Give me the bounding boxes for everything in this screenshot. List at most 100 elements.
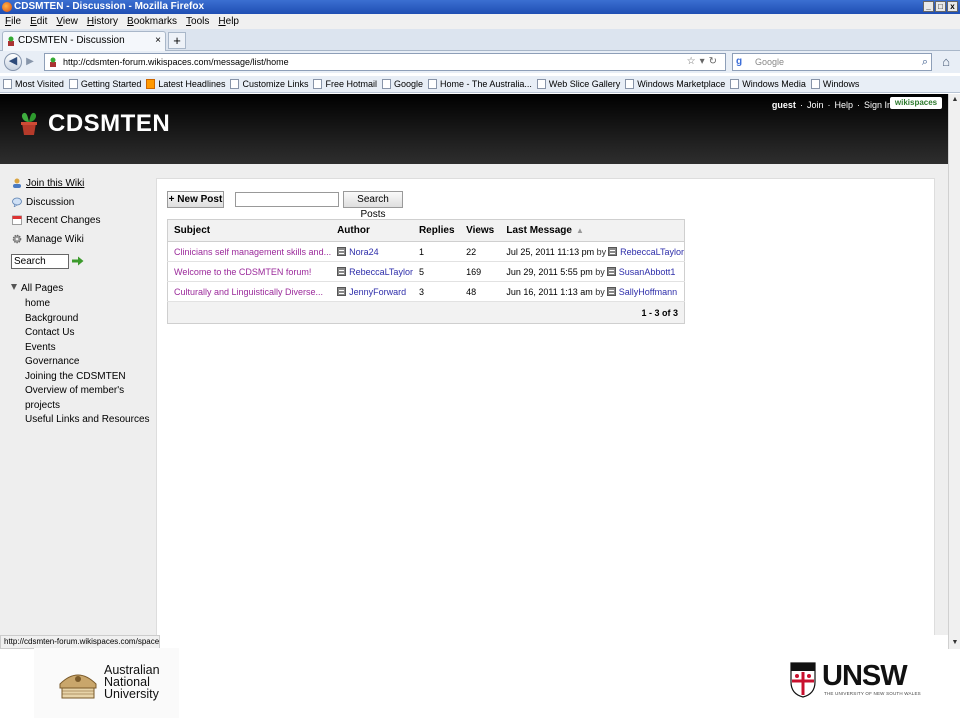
last-poster-link[interactable]: SallyHoffmann (619, 287, 677, 297)
plant-pot-icon (21, 112, 37, 135)
bookmark-item[interactable]: Web Slice Gallery (536, 76, 620, 92)
minimize-button[interactable]: _ (923, 1, 934, 12)
column-header-label: Last Message (506, 225, 572, 236)
speech-bubble-icon (12, 197, 22, 207)
subject-cell: Clinicians self management skills and... (167, 241, 332, 262)
page-link-events[interactable]: Events (25, 341, 155, 356)
sign-in-link[interactable]: Sign In (864, 100, 892, 110)
bookmark-item[interactable]: Getting Started (68, 76, 141, 92)
menu-file[interactable]: File (5, 14, 21, 29)
unsw-wordmark: UNSW (822, 660, 908, 692)
column-header-views[interactable]: Views (460, 219, 501, 242)
bookmark-item[interactable]: Windows Marketplace (625, 76, 725, 92)
menu-bar: File Edit View History Bookmarks Tools H… (0, 14, 960, 29)
avatar-icon (606, 286, 616, 296)
by-label: by (596, 246, 607, 257)
sidebar-item-recent-changes[interactable]: Recent Changes (0, 213, 155, 232)
wikispaces-logo[interactable]: wikispaces (890, 97, 942, 109)
guest-label: guest (771, 100, 796, 110)
dropdown-icon[interactable]: ▾ (700, 56, 709, 67)
page-link-joining[interactable]: Joining the CDSMTEN (25, 370, 155, 385)
page-link-governance[interactable]: Governance (25, 355, 155, 370)
url-tools: ☆▾↻ (687, 54, 721, 70)
all-pages-toggle[interactable]: All Pages (11, 283, 63, 294)
bookmark-item[interactable]: Most Visited (3, 76, 64, 92)
window-title: CDSMTEN - Discussion - Mozilla Firefox (14, 1, 205, 12)
reload-icon[interactable]: ↻ (709, 56, 721, 67)
join-link[interactable]: Join (807, 100, 824, 110)
back-button[interactable]: ◀ (4, 53, 22, 71)
search-posts-button[interactable]: Search Posts (343, 191, 403, 220)
vertical-scrollbar[interactable]: ▲ ▼ (948, 94, 960, 649)
column-header-last-message[interactable]: Last Message ▲ (500, 219, 685, 242)
sidebar-item-label: Discussion (26, 196, 75, 208)
column-header-replies[interactable]: Replies (412, 219, 461, 242)
go-arrow-icon[interactable] (72, 256, 84, 266)
user-icon (13, 178, 21, 188)
forward-button[interactable]: ▶ (23, 55, 37, 69)
bookmark-label: Home - The Australia... (440, 78, 532, 89)
bookmark-icon (382, 79, 391, 89)
menu-history[interactable]: History (87, 14, 118, 29)
help-link[interactable]: Help (834, 100, 853, 110)
sidebar-item-discussion[interactable]: Discussion (0, 195, 155, 214)
menu-tools[interactable]: Tools (186, 14, 209, 29)
magnifier-icon[interactable]: ⌕ (922, 54, 928, 70)
column-header-subject[interactable]: Subject (167, 219, 332, 242)
replies-cell: 1 (412, 241, 461, 262)
last-poster-link[interactable]: RebeccaLTaylor (620, 247, 684, 257)
subject-link[interactable]: Clinicians self management skills and... (174, 247, 331, 257)
search-bar[interactable]: g Google ⌕ (732, 53, 932, 71)
new-tab-button[interactable]: + (168, 32, 186, 49)
bookmark-item[interactable]: Windows Media (730, 76, 806, 92)
tab-close-icon[interactable]: × (155, 32, 161, 50)
wiki-title[interactable]: CDSMTEN (48, 110, 170, 138)
page-link-background[interactable]: Background (25, 312, 155, 327)
sidebar-item-manage-wiki[interactable]: Manage Wiki (0, 232, 155, 251)
bookmark-icon (536, 79, 546, 89)
sidebar-search-input[interactable]: Search (11, 254, 69, 269)
bookmark-item[interactable]: Windows (810, 76, 859, 92)
tab-discussion[interactable]: CDSMTEN - Discussion × (2, 31, 166, 51)
bookmark-item[interactable]: Free Hotmail (313, 76, 377, 92)
author-link[interactable]: RebeccaLTaylor (349, 267, 413, 277)
sidebar-item-label: Recent Changes (26, 215, 101, 226)
page-link-contact-us[interactable]: Contact Us (25, 326, 155, 341)
home-icon[interactable]: ⌂ (938, 54, 954, 70)
last-message-cell: Jun 29, 2011 5:55 pm by SusanAbbott1 (500, 261, 685, 282)
bookmark-item[interactable]: Latest Headlines (146, 76, 225, 92)
menu-edit[interactable]: Edit (30, 14, 47, 29)
bookmark-item[interactable]: Home - The Australia... (428, 76, 532, 92)
bookmark-item[interactable]: Google (382, 76, 423, 92)
google-icon[interactable]: g (736, 56, 748, 68)
subject-link[interactable]: Welcome to the CDSMTEN forum! (174, 267, 311, 277)
bookmark-icon (313, 79, 323, 89)
maximize-button[interactable]: □ (935, 1, 946, 12)
menu-view[interactable]: View (56, 14, 78, 29)
last-poster-link[interactable]: SusanAbbott1 (619, 267, 676, 277)
unsw-crest-icon (790, 662, 816, 698)
page-link-home[interactable]: home (25, 297, 155, 312)
author-link[interactable]: JennyForward (349, 287, 406, 297)
page-link-useful-links[interactable]: Useful Links and Resources (25, 413, 155, 428)
sidebar-item-label: Manage Wiki (26, 233, 84, 245)
star-icon[interactable]: ☆ (687, 56, 700, 67)
bookmark-icon (428, 79, 438, 89)
search-posts-input[interactable] (235, 192, 339, 207)
author-link[interactable]: Nora24 (349, 247, 379, 257)
column-header-author[interactable]: Author (331, 219, 413, 242)
menu-help[interactable]: Help (218, 14, 239, 29)
scroll-down-icon[interactable]: ▼ (950, 638, 960, 648)
bookmark-label: Google (394, 78, 424, 89)
scroll-up-icon[interactable]: ▲ (950, 95, 960, 105)
bookmark-label: Most Visited (15, 78, 64, 89)
close-window-button[interactable]: x (947, 1, 958, 12)
page-link-overview[interactable]: Overview of member's projects (25, 384, 155, 413)
sidebar-item-join[interactable]: Join this Wiki (0, 176, 155, 195)
unsw-subtitle: THE UNIVERSITY OF NEW SOUTH WALES (824, 691, 921, 696)
address-bar[interactable]: http://cdsmten-forum.wikispaces.com/mess… (44, 53, 726, 71)
subject-link[interactable]: Culturally and Linguistically Diverse... (174, 287, 323, 297)
menu-bookmarks[interactable]: Bookmarks (127, 14, 177, 29)
new-post-button[interactable]: + New Post (167, 191, 224, 208)
bookmark-item[interactable]: Customize Links (230, 76, 308, 92)
